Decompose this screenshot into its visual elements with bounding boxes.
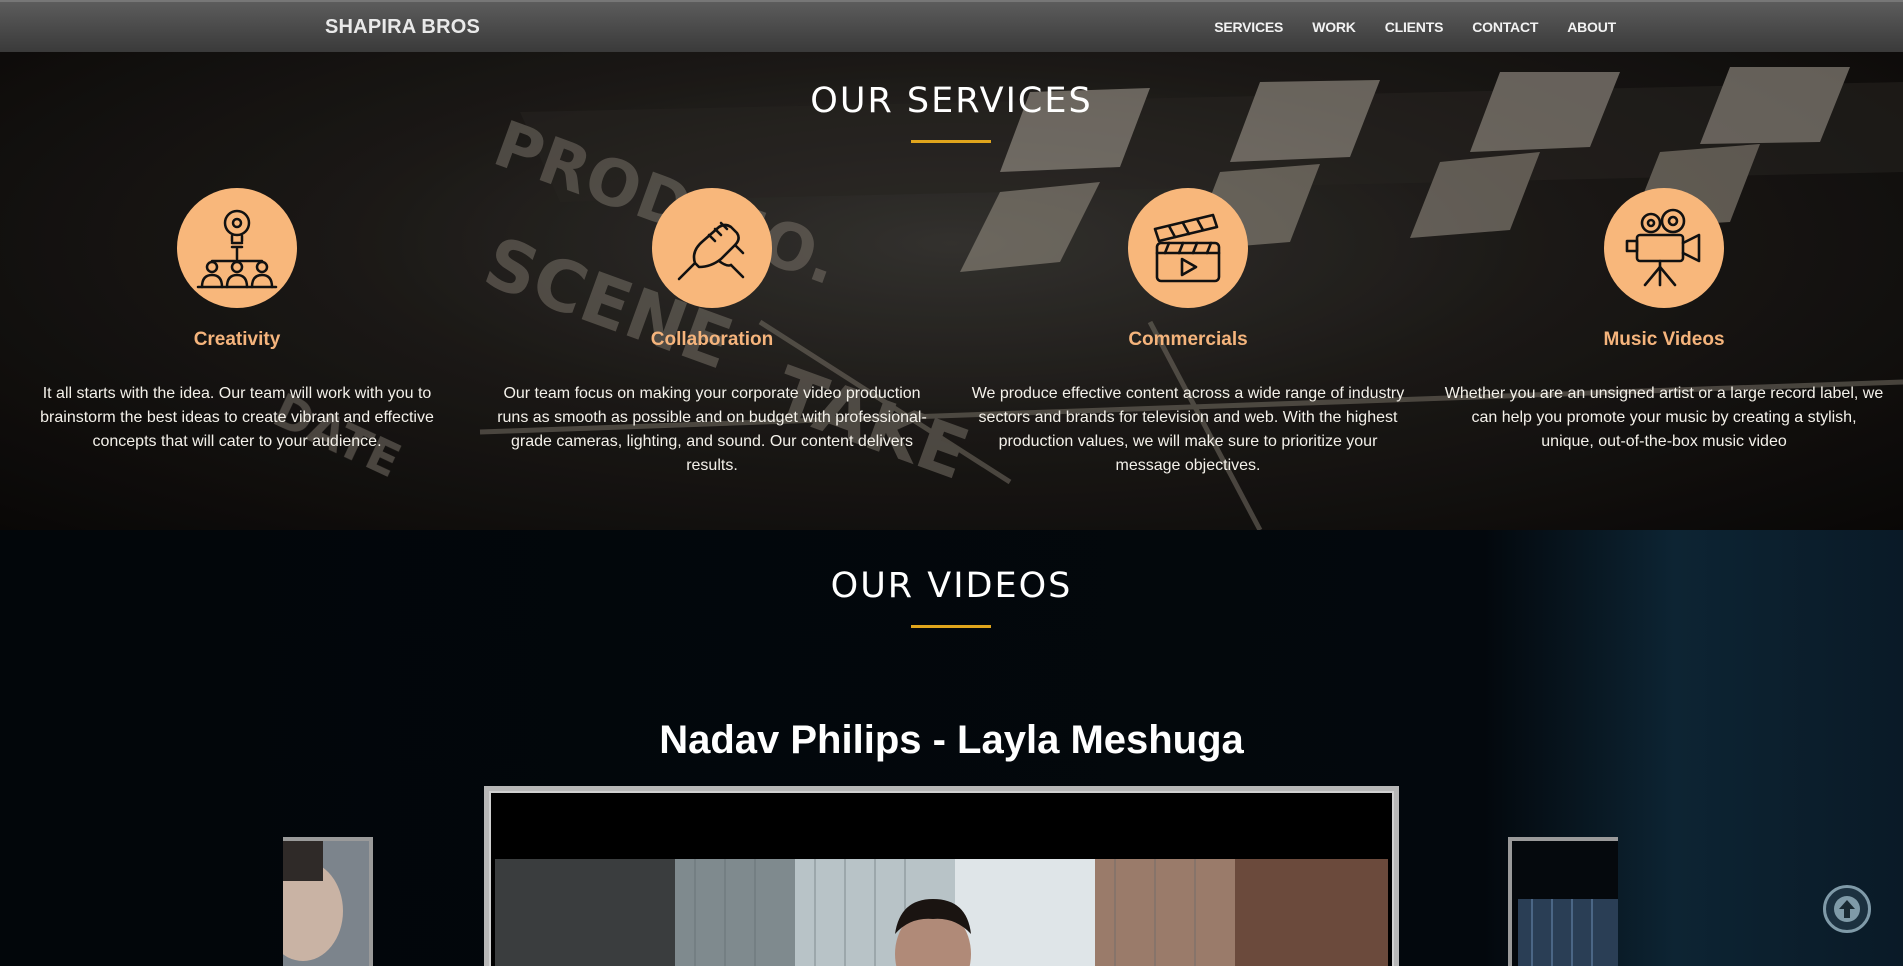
service-desc-collaboration: Our team focus on making your corporate … (497, 385, 927, 474)
service-name-creativity: Creativity (193, 329, 281, 350)
services-section: PROD:NO. SCENE TAKE DATE OUR SERVICES Cr… (0, 52, 1903, 530)
videos-title: OUR VIDEOS (830, 566, 1073, 606)
current-video-title: Nadav Philips - Layla Meshuga (659, 718, 1244, 762)
service-name-collaboration: Collaboration (650, 329, 774, 350)
services-title-underline (911, 140, 991, 143)
service-desc-music-videos: Whether you are an unsigned artist or a … (1444, 385, 1884, 450)
nav-link-services[interactable]: SERVICES (1214, 19, 1283, 35)
clapperboard-background-image: PROD:NO. SCENE TAKE DATE (0, 52, 1903, 530)
services-title: OUR SERVICES (810, 81, 1093, 121)
idea-team-icon (177, 188, 297, 308)
videos-title-underline (911, 625, 991, 628)
next-video-thumbnail[interactable] (1508, 837, 1618, 966)
service-desc-commercials: We produce effective content across a wi… (971, 385, 1405, 474)
top-navbar: SHAPIRA BROS SERVICES WORK CLIENTS CONTA… (0, 0, 1903, 52)
video-player[interactable] (484, 786, 1399, 966)
nav-links: SERVICES WORK CLIENTS CONTACT ABOUT (1185, 19, 1616, 35)
service-desc-creativity: It all starts with the idea. Our team wi… (40, 385, 434, 450)
brand-logo-text[interactable]: SHAPIRA BROS (325, 16, 480, 39)
nav-link-about[interactable]: ABOUT (1567, 19, 1616, 35)
service-name-commercials: Commercials (1128, 329, 1248, 350)
videos-section: OUR VIDEOS Nadav Philips - Layla Meshuga (0, 530, 1903, 966)
nav-link-contact[interactable]: CONTACT (1472, 19, 1538, 35)
video-thumbnail[interactable] (495, 859, 1388, 966)
clapperboard-icon (1128, 188, 1248, 308)
nav-link-clients[interactable]: CLIENTS (1385, 19, 1444, 35)
arrow-up-circle-icon (1834, 896, 1860, 922)
back-to-top-button[interactable] (1823, 885, 1871, 933)
service-name-music-videos: Music Videos (1603, 329, 1725, 350)
previous-video-thumbnail[interactable] (283, 837, 373, 966)
nav-link-work[interactable]: WORK (1312, 19, 1356, 35)
video-camera-icon (1604, 188, 1724, 308)
handshake-icon (652, 188, 772, 308)
